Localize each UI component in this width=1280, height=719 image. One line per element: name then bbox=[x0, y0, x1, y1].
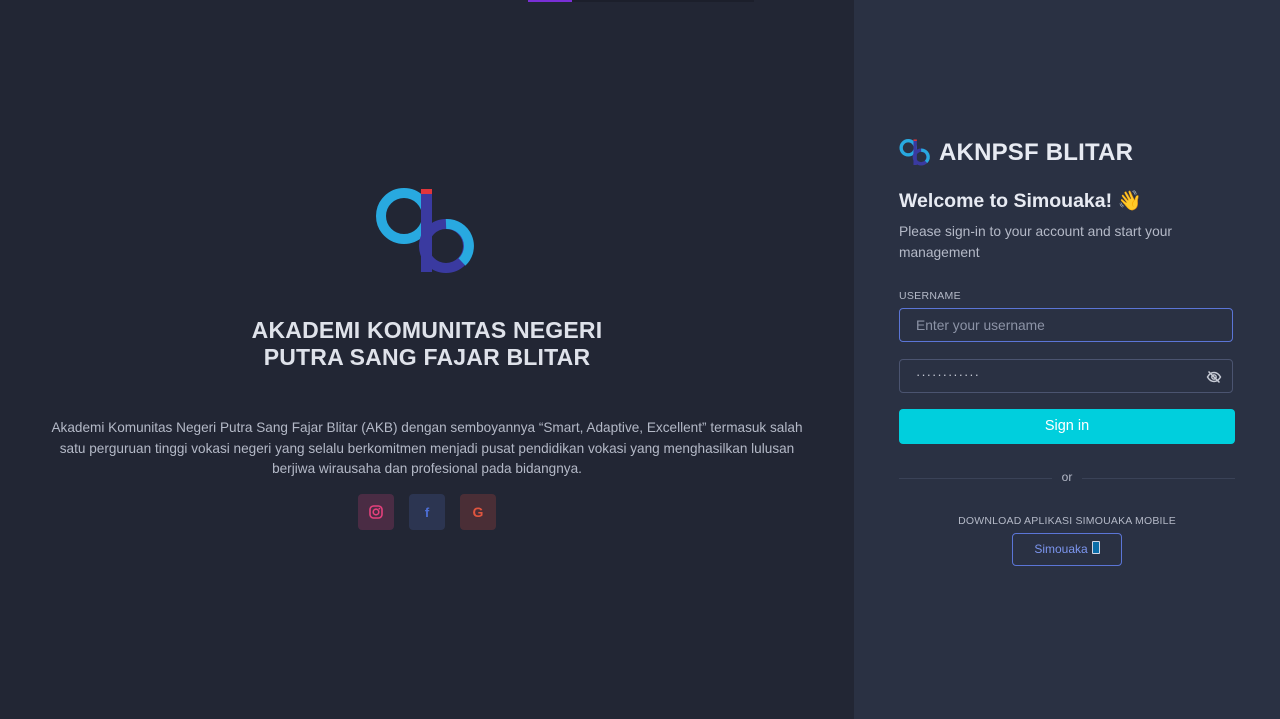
welcome-subtitle: Please sign-in to your account and start… bbox=[899, 224, 1173, 260]
institution-logo bbox=[376, 188, 474, 273]
facebook-icon: f bbox=[424, 504, 430, 520]
institution-panel: AKADEMI KOMUNITAS NEGERI PUTRA SANG FAJA… bbox=[0, 0, 854, 719]
password-value: ············ bbox=[916, 367, 980, 382]
login-panel: AKNPSF BLITAR Welcome to Simouaka! 👋 Ple… bbox=[854, 0, 1280, 719]
google-icon: G bbox=[472, 504, 484, 520]
institution-description: Akademi Komunitas Negeri Putra Sang Faja… bbox=[51, 420, 803, 476]
brand-logo bbox=[899, 139, 930, 166]
mobile-app-button[interactable]: Simouaka bbox=[1012, 533, 1122, 566]
download-label: DOWNLOAD APLIKASI SIMOUAKA MOBILE bbox=[958, 515, 1176, 527]
eye-off-icon[interactable] bbox=[1206, 369, 1222, 385]
institution-title: AKADEMI KOMUNITAS NEGERI PUTRA SANG FAJA… bbox=[0, 317, 854, 371]
instagram-icon bbox=[369, 505, 383, 519]
brand: AKNPSF BLITAR bbox=[899, 138, 1133, 168]
institution-title-line1: AKADEMI KOMUNITAS NEGERI bbox=[251, 317, 603, 343]
brand-name: AKNPSF BLITAR bbox=[939, 139, 1134, 166]
username-label: USERNAME bbox=[899, 290, 961, 302]
sign-in-button[interactable]: Sign in bbox=[899, 409, 1235, 444]
facebook-button[interactable]: f bbox=[409, 494, 445, 530]
top-progress-bar bbox=[528, 0, 754, 2]
instagram-button[interactable] bbox=[358, 494, 394, 530]
social-links: f G bbox=[358, 494, 496, 530]
username-placeholder: Enter your username bbox=[916, 318, 1045, 333]
mobile-phone-icon bbox=[1091, 541, 1100, 554]
or-separator: or bbox=[1052, 470, 1082, 484]
google-button[interactable]: G bbox=[460, 494, 496, 530]
institution-title-line2: PUTRA SANG FAJAR BLITAR bbox=[263, 344, 591, 370]
mobile-app-button-label: Simouaka bbox=[1034, 542, 1088, 556]
welcome-heading: Welcome to Simouaka! 👋 bbox=[899, 190, 1142, 212]
username-input[interactable]: Enter your username bbox=[899, 308, 1233, 342]
password-input[interactable]: ············ bbox=[899, 359, 1233, 393]
